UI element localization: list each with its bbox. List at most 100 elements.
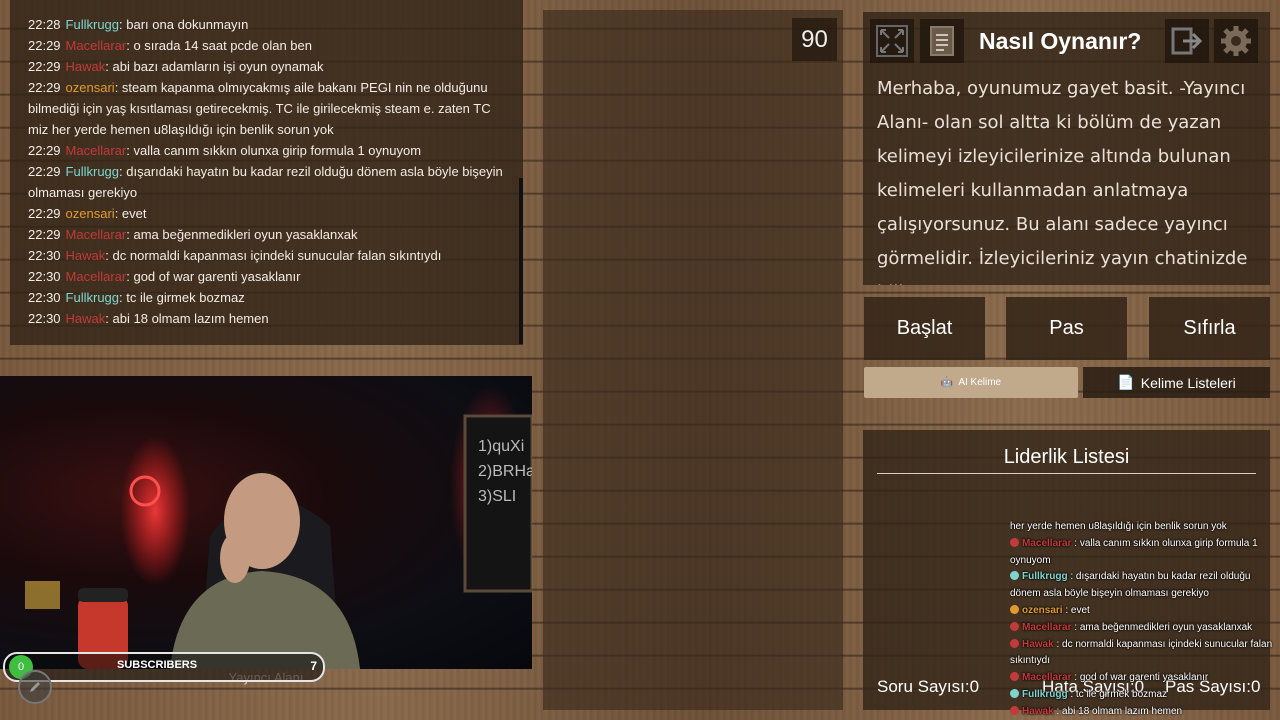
user-badge-icon <box>1010 621 1019 631</box>
overlay-chat-message: Fullkrugg : tc ile girmek bozmaz <box>1010 687 1278 704</box>
user-badge-icon <box>1010 638 1019 648</box>
tab-ai-word[interactable]: 🤖 AI Kelime <box>864 367 1078 398</box>
overlay-chat-username: Fullkrugg <box>1022 571 1068 583</box>
question-count: Soru Sayısı:0 <box>877 677 980 696</box>
overlay-chat-username: Macellarar <box>1022 672 1072 684</box>
chat-time: 22:29 <box>28 59 61 74</box>
user-badge-icon <box>1010 672 1019 682</box>
leaderboard-title: Liderlik Listesi <box>877 446 1256 474</box>
overlay-chat-username: Macellarar <box>1022 537 1072 549</box>
overlay-chat-message: Macellarar : ama beğenmedikleri oyun yas… <box>1010 620 1278 637</box>
chat-text: barı ona dokunmayın <box>126 17 249 32</box>
fullscreen-icon <box>876 25 908 57</box>
user-badge-icon <box>1010 604 1019 614</box>
chat-username[interactable]: ozensari <box>66 206 115 221</box>
chat-username[interactable]: Fullkrugg <box>66 17 119 32</box>
chat-time: 22:30 <box>28 269 61 284</box>
notes-button[interactable] <box>920 19 964 63</box>
webcam-feed: 1)quXi 2)BRHa 3)SLI <box>0 376 532 669</box>
edit-button[interactable] <box>18 670 52 704</box>
overlay-chat-message: Macellarar : valla canım sıkkın olunxa g… <box>1010 536 1278 570</box>
overlay-chat-text: her yerde hemen u8laşıldığı için benlik … <box>1010 521 1227 532</box>
chat-text: abi bazı adamların işi oyun oynamak <box>112 59 324 74</box>
chat-time: 22:30 <box>28 248 61 263</box>
start-button[interactable]: Başlat <box>864 297 985 360</box>
chat-time: 22:30 <box>28 311 61 326</box>
overlay-chat-text: tc ile girmek bozmaz <box>1075 688 1168 700</box>
chat-username[interactable]: Macellarar <box>66 38 127 53</box>
pass-button[interactable]: Pas <box>1006 297 1127 360</box>
user-badge-icon <box>1010 688 1019 698</box>
chat-text: abi 18 olmam lazım hemen <box>112 311 269 326</box>
settings-button[interactable] <box>1214 19 1258 63</box>
chat-message: 22:29 Macellarar: o sırada 14 saat pcde o… <box>10 35 523 56</box>
overlay-chat-text: god of war garenti yasaklanır <box>1079 672 1209 684</box>
pencil-icon <box>30 682 40 692</box>
chat-scrollbar[interactable] <box>519 178 523 344</box>
overlay-chat-separator: : <box>1053 705 1063 717</box>
chat-time: 22:29 <box>28 227 61 242</box>
chat-separator: : <box>105 311 113 326</box>
chat-username[interactable]: Macellarar <box>66 269 127 284</box>
overlay-chat-text: abi 18 olmam lazım hemen <box>1062 705 1183 717</box>
chat-username[interactable]: Macellarar <box>66 227 127 242</box>
chat-separator: : <box>105 248 113 263</box>
user-badge-icon <box>1010 705 1019 715</box>
svg-text:3)SLI: 3)SLI <box>478 488 516 505</box>
overlay-chat-message: Hawak : dc normaldi kapanması içindeki s… <box>1010 637 1278 671</box>
webcam-image: 1)quXi 2)BRHa 3)SLI <box>25 386 532 669</box>
chat-separator: : <box>114 206 122 221</box>
chat-text: tc ile girmek bozmaz <box>126 290 245 305</box>
overlay-chat-message: her yerde hemen u8laşıldığı için benlik … <box>1010 519 1278 536</box>
chat-panel: 22:28 Fullkrugg: barı ona dokunmayın 22:29… <box>10 0 523 345</box>
chat-username[interactable]: Macellarar <box>66 143 127 158</box>
chat-time: 22:29 <box>28 80 61 95</box>
chat-username[interactable]: Fullkrugg <box>66 164 119 179</box>
chat-message: 22:29 ozensari: steam kapanma olmıycakmış… <box>10 77 523 140</box>
chat-time: 22:30 <box>28 290 61 305</box>
exit-icon <box>1171 27 1203 55</box>
chat-message: 22:30 Hawak: abi 18 olmam lazım hemen <box>10 308 523 329</box>
overlay-chat-text: evet <box>1070 604 1090 616</box>
gear-icon <box>1221 26 1251 56</box>
chat-username[interactable]: ozensari <box>66 80 115 95</box>
chat-message: 22:29 ozensari: evet <box>10 203 523 224</box>
tab-word-lists[interactable]: 📄 Kelime Listeleri <box>1083 367 1270 398</box>
chat-username[interactable]: Hawak <box>66 59 106 74</box>
chat-username[interactable]: Hawak <box>66 248 106 263</box>
chat-message: 22:29 Macellarar: ama beğenmedikleri oyun… <box>10 224 523 245</box>
chat-time: 22:29 <box>28 143 61 158</box>
chat-username[interactable]: Fullkrugg <box>66 290 119 305</box>
overlay-chat-username: Fullkrugg <box>1022 688 1068 700</box>
user-badge-icon <box>1010 537 1019 547</box>
chat-message: 22:30 Macellarar: god of war garenti yasa… <box>10 266 523 287</box>
overlay-chat-separator: : <box>1067 571 1076 583</box>
chat-message: 22:29 Fullkrugg: dışarıdaki hayatın bu ka… <box>10 161 523 203</box>
reset-button[interactable]: Sıfırla <box>1149 297 1270 360</box>
overlay-chat-text: ama beğenmedikleri oyun yasaklanxak <box>1079 621 1253 633</box>
exit-button[interactable] <box>1165 19 1209 63</box>
overlay-chat-username: ozensari <box>1022 604 1063 616</box>
chat-message: 22:30 Fullkrugg: tc ile girmek bozmaz <box>10 287 523 308</box>
chat-text: evet <box>121 206 147 221</box>
chat-separator: : <box>114 80 122 95</box>
center-panel <box>543 10 843 710</box>
chat-time: 22:29 <box>28 38 61 53</box>
ai-icon: 🤖 <box>940 377 954 388</box>
chat-text: dc normaldi kapanması içindeki sunucular… <box>112 248 442 263</box>
overlay-chat-separator: : <box>1053 638 1063 650</box>
svg-text:2)BRHa: 2)BRHa <box>478 463 532 480</box>
user-badge-icon <box>1010 571 1019 581</box>
chat-messages: 22:28 Fullkrugg: barı ona dokunmayın 22:29… <box>10 14 523 329</box>
fullscreen-button[interactable] <box>870 19 914 63</box>
chat-text: o sırada 14 saat pcde olan ben <box>133 38 312 53</box>
overlay-chat-username: Hawak <box>1022 705 1054 717</box>
howto-title: Nasıl Oynanır? <box>979 28 1142 54</box>
overlay-chat-message: Macellarar : god of war garenti yasaklan… <box>1010 670 1278 687</box>
overlay-chat-separator: : <box>1071 537 1080 549</box>
overlay-chat-message: Hawak : abi 18 olmam lazım hemen <box>1010 704 1278 720</box>
overlay-chat-separator: : <box>1071 621 1080 633</box>
chat-separator: : <box>105 59 113 74</box>
chat-username[interactable]: Hawak <box>66 311 106 326</box>
notes-icon <box>930 26 954 56</box>
